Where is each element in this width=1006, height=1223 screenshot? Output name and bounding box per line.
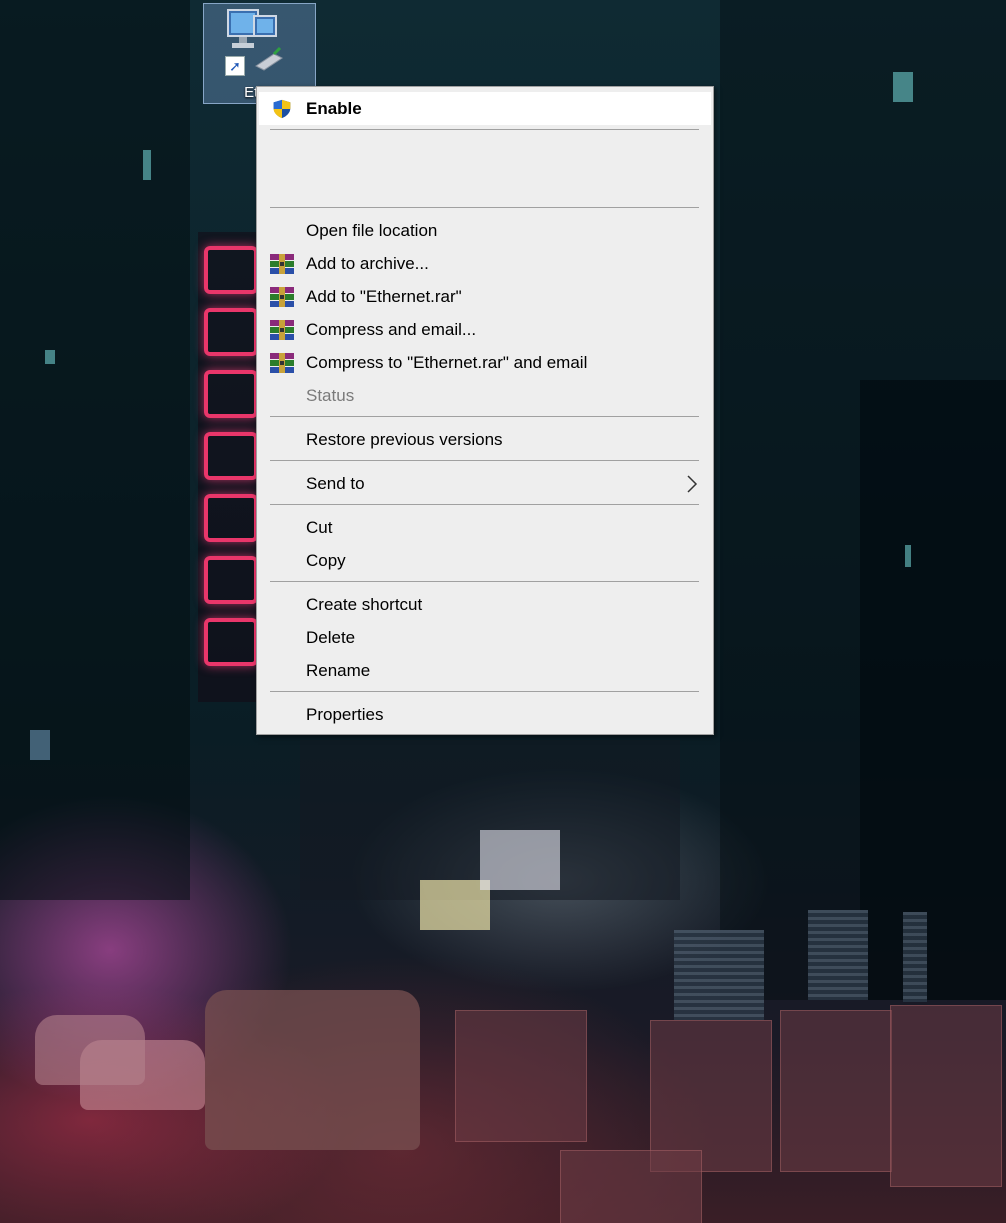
- menu-item-create-shortcut[interactable]: Create shortcut: [257, 588, 713, 621]
- menu-separator: [270, 129, 699, 130]
- shortcut-arrow-icon: ➚: [225, 56, 245, 76]
- menu-item-add-to-archive[interactable]: Add to archive...: [257, 247, 713, 280]
- menu-item-copy[interactable]: Copy: [257, 544, 713, 577]
- menu-item-open-file-location[interactable]: Open file location: [257, 214, 713, 247]
- neon-sign: [198, 232, 258, 702]
- menu-item-restore-previous-versions[interactable]: Restore previous versions: [257, 423, 713, 456]
- menu-separator: [270, 416, 699, 417]
- menu-separator: [270, 504, 699, 505]
- menu-item-send-to[interactable]: Send to: [257, 467, 713, 500]
- menu-separator: [270, 691, 699, 692]
- menu-item-delete[interactable]: Delete: [257, 621, 713, 654]
- menu-separator: [270, 207, 699, 208]
- context-menu: Enable Open file location Add to archive…: [256, 86, 714, 735]
- menu-item-properties[interactable]: Properties: [257, 698, 713, 731]
- winrar-icon: [270, 254, 294, 274]
- winrar-icon: [270, 353, 294, 373]
- uac-shield-icon: [273, 99, 291, 119]
- winrar-icon: [270, 320, 294, 340]
- menu-item-add-to-ethernet-rar[interactable]: Add to "Ethernet.rar": [257, 280, 713, 313]
- menu-separator: [270, 581, 699, 582]
- chevron-right-icon: [687, 475, 698, 493]
- menu-item-rename[interactable]: Rename: [257, 654, 713, 687]
- menu-item-status: Status: [306, 386, 355, 405]
- menu-separator: [270, 460, 699, 461]
- winrar-icon: [270, 287, 294, 307]
- menu-item-enable[interactable]: Enable: [259, 92, 711, 125]
- menu-item-compress-and-email[interactable]: Compress and email...: [257, 313, 713, 346]
- menu-item-cut[interactable]: Cut: [257, 511, 713, 544]
- menu-item-compress-to-rar-and-email[interactable]: Compress to "Ethernet.rar" and email: [257, 346, 713, 379]
